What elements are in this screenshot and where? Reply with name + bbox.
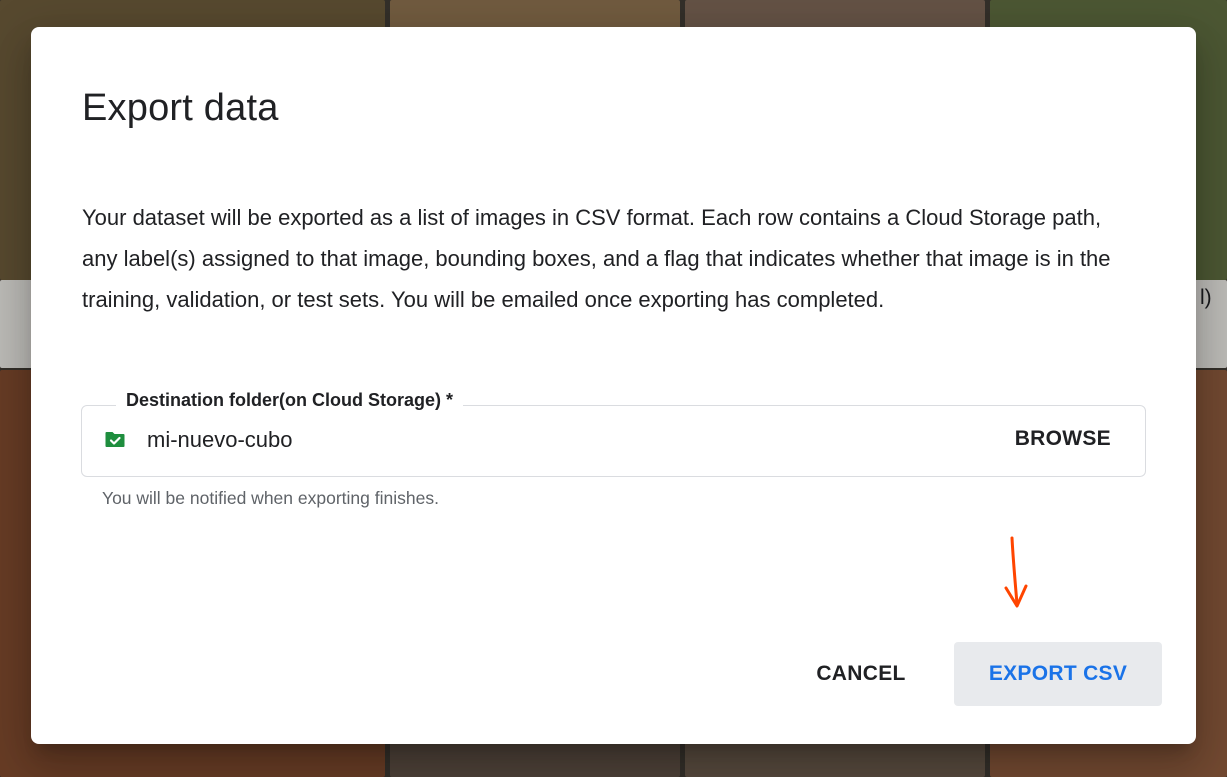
destination-folder-field[interactable]: Destination folder(on Cloud Storage) * m… <box>81 388 1146 477</box>
destination-hint: You will be notified when exporting fini… <box>102 488 439 508</box>
arrow-down-icon <box>1004 536 1028 608</box>
export-data-dialog: Export data Your dataset will be exporte… <box>31 27 1196 744</box>
browse-button[interactable]: BROWSE <box>1015 423 1111 455</box>
export-csv-button[interactable]: EXPORT CSV <box>954 642 1162 706</box>
folder-check-icon <box>105 432 125 447</box>
dialog-description: Your dataset will be exported as a list … <box>82 205 1111 312</box>
dialog-title: Export data <box>82 87 279 129</box>
destination-folder-label: Destination folder(on Cloud Storage) * <box>116 388 463 412</box>
cancel-button[interactable]: CANCEL <box>788 642 934 706</box>
destination-folder-value[interactable]: mi-nuevo-cubo <box>147 427 293 453</box>
